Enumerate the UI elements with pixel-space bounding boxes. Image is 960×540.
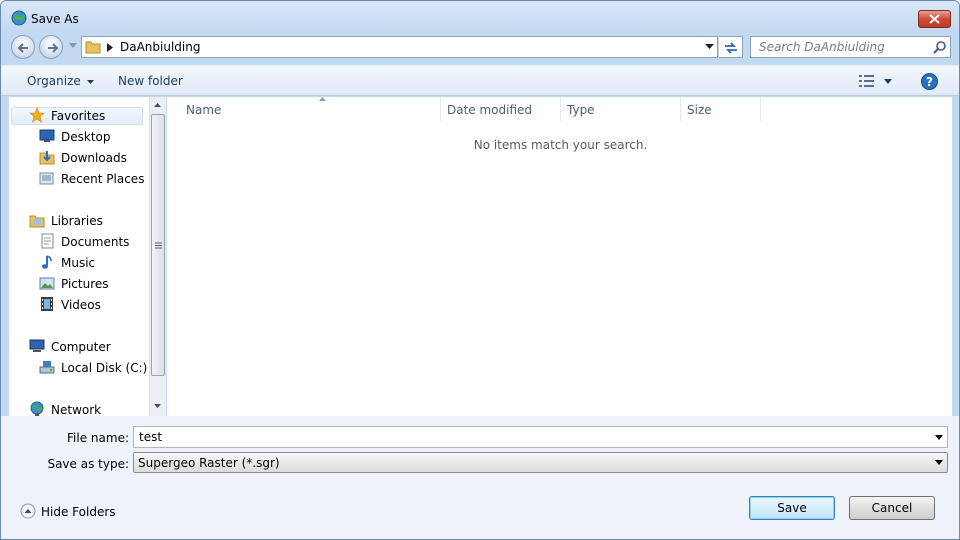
chevron-down-icon xyxy=(86,79,94,84)
views-list-icon[interactable] xyxy=(859,75,875,87)
column-header-date[interactable]: Date modified xyxy=(441,97,561,121)
music-note-icon xyxy=(42,255,52,269)
chevron-down-icon[interactable] xyxy=(935,435,943,440)
back-arrow-icon xyxy=(17,43,28,53)
recent-locations-dropdown-icon[interactable] xyxy=(69,43,77,48)
scroll-down-arrow-icon[interactable] xyxy=(154,404,161,408)
network-globe-icon xyxy=(30,401,44,416)
column-date-label: Date modified xyxy=(447,103,533,117)
scroll-grip-icon xyxy=(155,242,162,249)
refresh-icon xyxy=(725,42,737,54)
nav-pictures-label: Pictures xyxy=(61,277,109,291)
nav-downloads-label: Downloads xyxy=(61,151,127,165)
title-bar: Save As xyxy=(1,1,959,31)
collapse-up-icon xyxy=(20,503,36,519)
chevron-down-icon xyxy=(935,460,943,465)
downloads-icon xyxy=(39,151,55,165)
window-title: Save As xyxy=(31,12,79,26)
address-bar[interactable]: DaAnbiulding xyxy=(81,36,718,58)
forward-arrow-icon xyxy=(48,43,59,53)
breadcrumb-folder[interactable]: DaAnbiulding xyxy=(120,40,200,54)
nav-libraries-label: Libraries xyxy=(51,214,103,228)
column-header-size[interactable]: Size xyxy=(681,97,761,121)
column-header-type[interactable]: Type xyxy=(561,97,681,121)
svg-text:?: ? xyxy=(926,75,933,89)
new-folder-button[interactable]: New folder xyxy=(118,74,183,88)
column-name-label: Name xyxy=(186,103,222,117)
nav-computer-label: Computer xyxy=(51,340,111,354)
hide-folders-label: Hide Folders xyxy=(41,505,116,519)
documents-icon xyxy=(41,233,54,249)
nav-favorites-label: Favorites xyxy=(51,109,106,123)
close-icon xyxy=(929,14,940,24)
search-input[interactable] xyxy=(751,37,926,57)
save-as-dialog: Save As DaAnbiulding Search DaAnbiulding… xyxy=(0,0,960,540)
recent-places-icon xyxy=(39,172,54,185)
videos-film-icon xyxy=(41,297,53,311)
organize-label: Organize xyxy=(27,74,81,88)
sort-ascending-icon xyxy=(319,97,326,101)
save-as-type-select[interactable]: Supergeo Raster (*.sgr) xyxy=(133,452,948,473)
file-name-combobox[interactable] xyxy=(133,426,948,448)
nav-scrollbar[interactable] xyxy=(149,97,166,416)
address-dropdown-icon[interactable] xyxy=(705,44,714,49)
organize-button[interactable]: Organize xyxy=(27,74,94,88)
save-button[interactable]: Save xyxy=(749,496,835,520)
nav-music-label: Music xyxy=(61,256,96,270)
views-dropdown-icon[interactable] xyxy=(884,79,892,84)
save-options-panel: File name: Save as type: Supergeo Raster… xyxy=(1,416,959,539)
star-icon xyxy=(29,107,45,123)
forward-button[interactable] xyxy=(39,35,63,59)
folder-icon xyxy=(85,41,101,54)
breadcrumb-chevron-icon[interactable] xyxy=(107,43,113,52)
nav-network-label: Network xyxy=(51,403,102,416)
save-as-type-label: Save as type: xyxy=(47,457,129,471)
nav-documents-label: Documents xyxy=(61,235,130,249)
nav-localdisk-label: Local Disk (C:) xyxy=(61,361,148,375)
search-box[interactable] xyxy=(750,36,951,58)
pictures-icon xyxy=(39,277,55,290)
save-as-type-value: Supergeo Raster (*.sgr) xyxy=(138,456,280,470)
refresh-button[interactable] xyxy=(719,36,743,58)
app-globe-icon xyxy=(11,10,27,26)
file-list[interactable]: Name Date modified Type Size No items ma… xyxy=(167,97,952,416)
back-button[interactable] xyxy=(11,35,35,59)
close-button[interactable] xyxy=(918,10,951,28)
libraries-icon xyxy=(29,215,45,228)
scroll-thumb[interactable] xyxy=(151,114,165,376)
file-name-input[interactable] xyxy=(134,427,924,447)
column-type-label: Type xyxy=(567,103,595,117)
nav-videos-label: Videos xyxy=(61,298,101,312)
navigation-pane: Favorites Desktop Downloads Recent Place… xyxy=(9,97,149,416)
help-icon[interactable]: ? xyxy=(921,73,938,90)
column-header-name[interactable]: Name xyxy=(180,97,441,121)
scroll-up-arrow-icon[interactable] xyxy=(154,103,161,107)
hard-disk-icon xyxy=(39,361,55,374)
column-size-label: Size xyxy=(687,103,712,117)
nav-recent-label: Recent Places xyxy=(61,172,145,186)
computer-icon xyxy=(29,339,45,352)
search-icon[interactable] xyxy=(933,40,947,54)
file-name-label: File name: xyxy=(67,431,129,445)
cancel-button[interactable]: Cancel xyxy=(849,496,935,520)
empty-message: No items match your search. xyxy=(473,138,648,152)
nav-desktop-label: Desktop xyxy=(61,130,111,144)
desktop-icon xyxy=(39,129,55,142)
command-bar: Organize New folder ? xyxy=(1,65,959,96)
